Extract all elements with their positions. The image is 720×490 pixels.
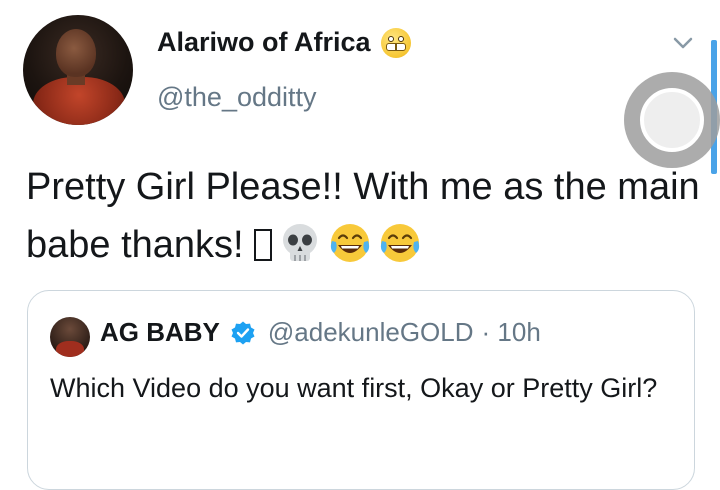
tears-of-joy-emoji-icon: [331, 224, 370, 262]
chevron-down-icon[interactable]: [672, 32, 694, 54]
touch-indicator-dot: [640, 88, 704, 152]
quoted-tweet-text: Which Video do you want first, Okay or P…: [50, 373, 658, 403]
tears-of-joy-emoji-icon: [381, 224, 420, 262]
author-name[interactable]: Alariwo of Africa: [157, 27, 371, 58]
quoted-author-avatar[interactable]: [50, 317, 90, 357]
quoted-tweet-time: · 10h: [481, 317, 541, 347]
author-avatar[interactable]: [23, 15, 133, 125]
author-name-row: Alariwo of Africa: [157, 27, 411, 58]
author-handle[interactable]: @the_odditty: [157, 82, 317, 113]
quoted-tweet-card[interactable]: AG BABY @adekunleGOLD · 10h Which Video …: [27, 290, 695, 490]
quoted-author-handle[interactable]: @adekunleGOLD: [268, 317, 474, 348]
missing-glyph-icon: [254, 229, 273, 261]
quoted-tweet-header: AG BABY @adekunleGOLD · 10h: [100, 317, 541, 348]
skull-emoji-icon: [283, 224, 318, 261]
quoted-author-name[interactable]: AG BABY: [100, 317, 220, 348]
grimacing-face-emoji-icon: [380, 27, 411, 58]
verified-badge-icon: [231, 321, 255, 344]
tweet-text-block: Pretty Girl Please!! With me as the main…: [26, 158, 706, 274]
